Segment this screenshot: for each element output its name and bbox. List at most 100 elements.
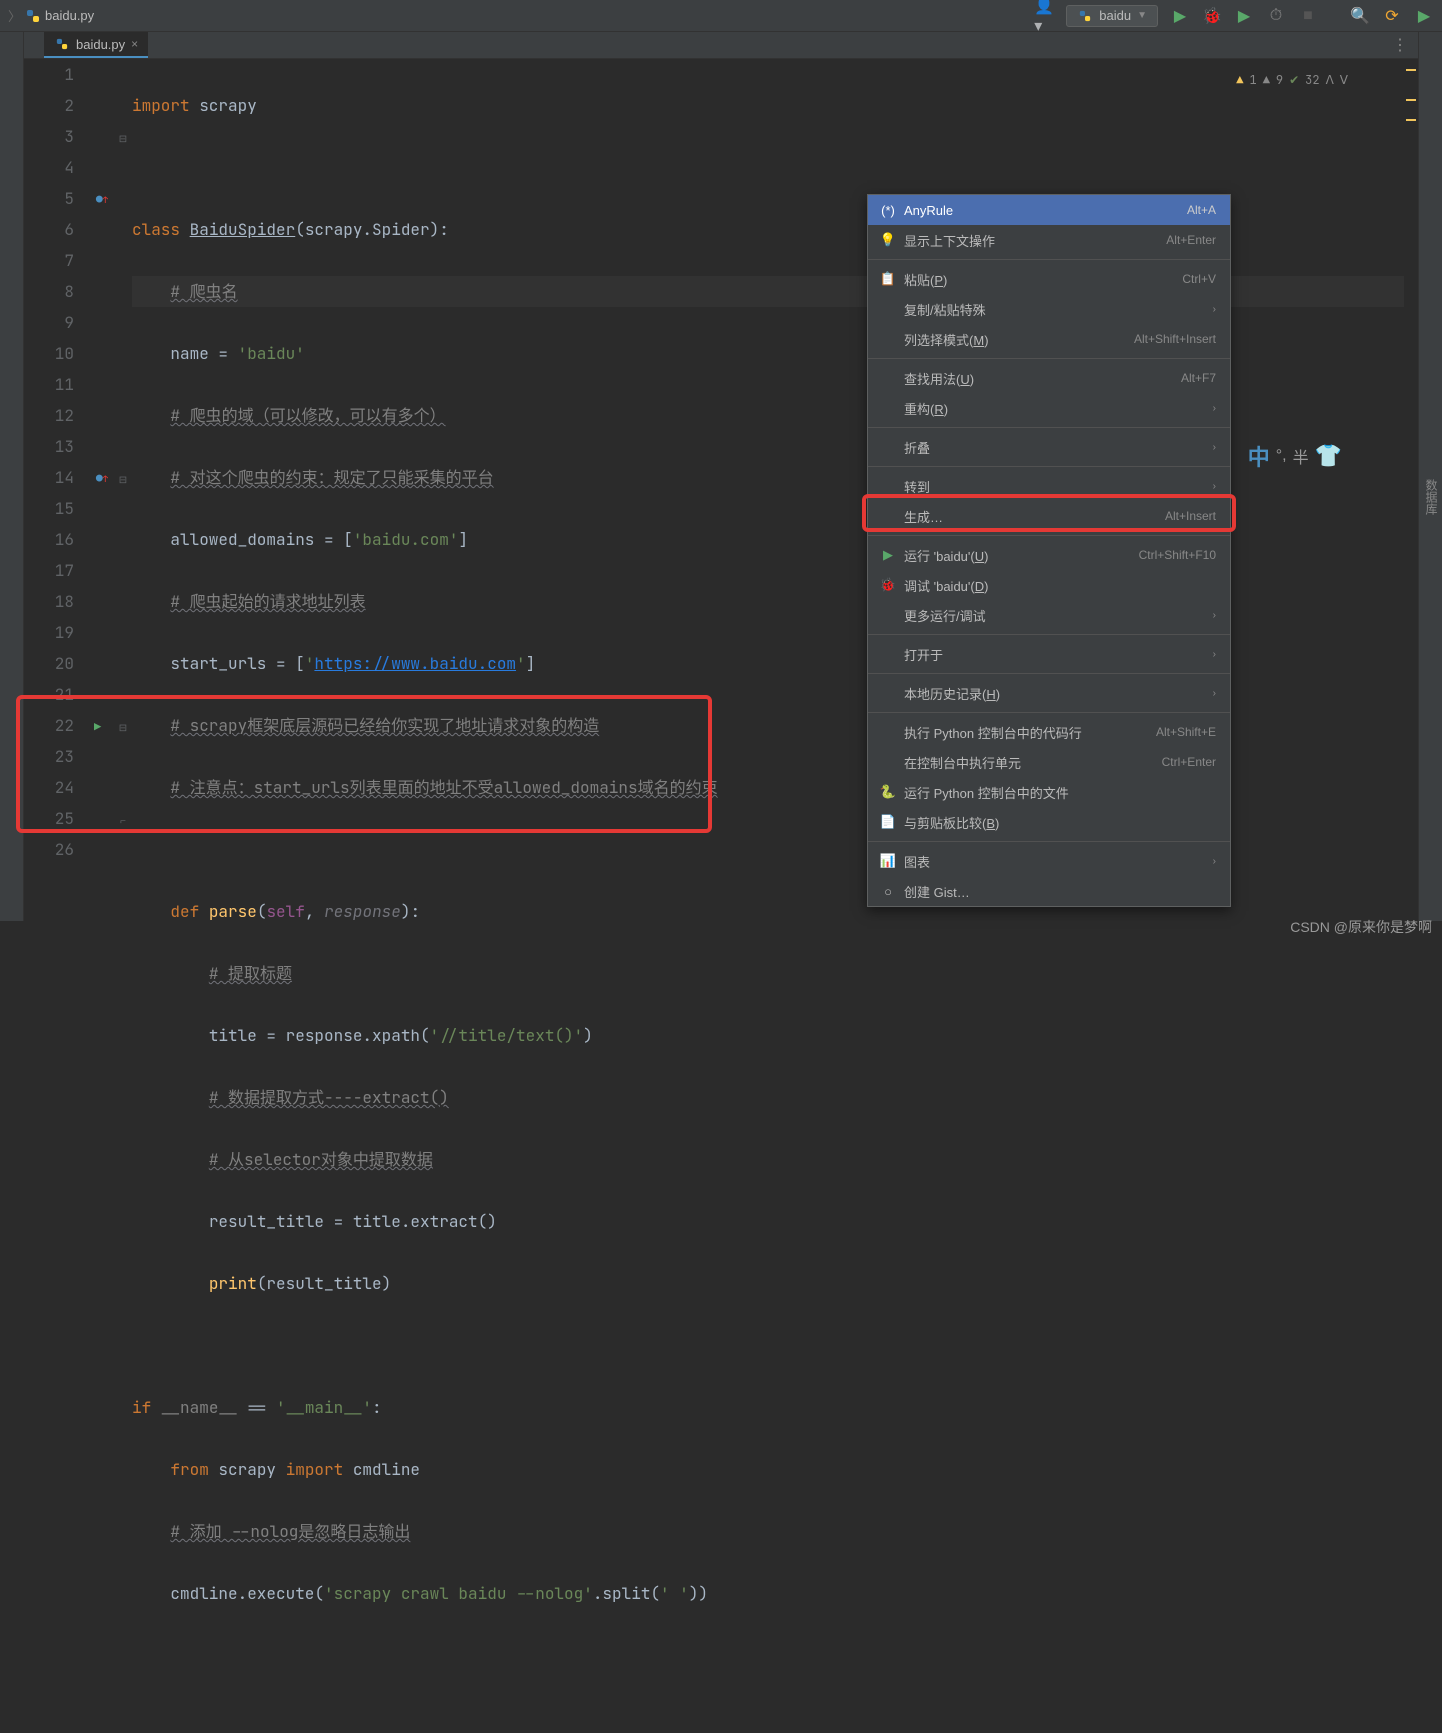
menu-separator bbox=[868, 427, 1230, 428]
fold-end-icon[interactable]: ⌐ bbox=[118, 805, 128, 836]
menu-item[interactable]: 折叠› bbox=[868, 432, 1230, 462]
weak-warning-icon: ▲ bbox=[1263, 65, 1270, 96]
menu-item[interactable]: 生成…Alt+Insert bbox=[868, 501, 1230, 531]
menu-item[interactable]: 🐍运行 Python 控制台中的文件 bbox=[868, 777, 1230, 807]
chevron-right-icon: › bbox=[1213, 403, 1216, 414]
menu-separator bbox=[868, 712, 1230, 713]
chevron-right-icon: › bbox=[1213, 442, 1216, 453]
override-icon[interactable]: ●↑ bbox=[96, 464, 108, 495]
menu-label: 与剪贴板比较(B) bbox=[904, 813, 1216, 832]
fold-icon[interactable]: ⊟ bbox=[118, 464, 128, 495]
run-line-icon[interactable]: ▶ bbox=[94, 712, 101, 743]
inspection-bar[interactable]: ▲1 ▲9 ✔32 ᐱ ᐯ bbox=[1236, 65, 1348, 96]
close-icon[interactable]: × bbox=[131, 37, 138, 51]
menu-label: 创建 Gist… bbox=[904, 882, 1216, 901]
menu-item[interactable]: 执行 Python 控制台中的代码行Alt+Shift+E bbox=[868, 717, 1230, 747]
right-sidebar: 数据库 SciView bbox=[1418, 32, 1442, 921]
profile-icon[interactable]: ⏱ bbox=[1266, 6, 1286, 26]
menu-item[interactable]: 💡 显示上下文操作Alt+Enter bbox=[868, 225, 1230, 255]
chevron-down-icon: ▼ bbox=[1137, 10, 1147, 21]
menu-item[interactable]: 列选择模式(M)Alt+Shift+Insert bbox=[868, 324, 1230, 354]
menu-label: 更多运行/调试 bbox=[904, 606, 1213, 625]
menu-label: 本地历史记录(H) bbox=[904, 684, 1213, 703]
menu-item[interactable]: 转到› bbox=[868, 471, 1230, 501]
menu-label: 粘贴(P) bbox=[904, 270, 1182, 289]
shirt-icon: 👕 bbox=[1315, 443, 1342, 469]
menu-item[interactable]: 📊图表› bbox=[868, 846, 1230, 876]
sync-icon[interactable]: ⟳ bbox=[1382, 6, 1402, 26]
python-icon bbox=[1077, 8, 1093, 24]
menu-shortcut: Alt+Shift+Insert bbox=[1134, 332, 1216, 346]
left-tool-gutter[interactable] bbox=[0, 32, 24, 921]
menu-label: 打开于 bbox=[904, 645, 1213, 664]
chevron-right-icon: › bbox=[1213, 688, 1216, 699]
menu-label: 运行 'baidu'(U) bbox=[904, 546, 1139, 565]
search-icon[interactable]: 🔍 bbox=[1350, 6, 1370, 26]
tab-baidu[interactable]: baidu.py × bbox=[44, 32, 148, 58]
menu-item[interactable]: 📋粘贴(P)Ctrl+V bbox=[868, 264, 1230, 294]
menu-item[interactable]: 📄与剪贴板比较(B) bbox=[868, 807, 1230, 837]
menu-icon: 🐞 bbox=[878, 577, 898, 593]
debug-icon[interactable]: 🐞 bbox=[1202, 6, 1222, 26]
chevron-right-icon: › bbox=[1213, 304, 1216, 315]
menu-item[interactable]: 打开于› bbox=[868, 639, 1230, 669]
menu-separator bbox=[868, 634, 1230, 635]
menu-separator bbox=[868, 358, 1230, 359]
run-icon[interactable]: ▶ bbox=[1170, 6, 1190, 26]
menu-label: 重构(R) bbox=[904, 399, 1213, 418]
menu-item[interactable]: 查找用法(U)Alt+F7 bbox=[868, 363, 1230, 393]
menu-icon: 💡 bbox=[878, 232, 898, 248]
fold-icon[interactable]: ⊟ bbox=[118, 123, 128, 154]
chevron-icon: 〉 bbox=[8, 6, 21, 25]
ime-cn: 中 bbox=[1248, 440, 1270, 472]
menu-item[interactable]: 复制/粘贴特殊› bbox=[868, 294, 1230, 324]
chevron-down-icon[interactable]: ᐯ bbox=[1340, 65, 1348, 96]
python-file-icon bbox=[25, 8, 41, 24]
menu-label: 显示上下文操作 bbox=[904, 231, 1166, 250]
menu-label: 图表 bbox=[904, 852, 1213, 871]
menu-shortcut: Alt+Shift+E bbox=[1156, 725, 1216, 739]
menu-shortcut: Ctrl+Enter bbox=[1162, 755, 1216, 769]
tab-bar: baidu.py × ⋮ bbox=[24, 32, 1418, 59]
menu-item[interactable]: 更多运行/调试› bbox=[868, 600, 1230, 630]
stop-icon[interactable]: ■ bbox=[1298, 6, 1318, 26]
sidebar-item-database[interactable]: 数据库 bbox=[1421, 475, 1442, 519]
toolbar-right: 👤▾ baidu ▼ ▶ 🐞 ▶ ⏱ ■ 🔍 ⟳ ▶ bbox=[1034, 5, 1434, 27]
chevron-right-icon: › bbox=[1213, 649, 1216, 660]
run-config-selector[interactable]: baidu ▼ bbox=[1066, 5, 1158, 27]
breadcrumb[interactable]: 〉 baidu.py bbox=[8, 6, 94, 25]
menu-item[interactable]: ▶运行 'baidu'(U)Ctrl+Shift+F10 bbox=[868, 540, 1230, 570]
user-icon[interactable]: 👤▾ bbox=[1034, 6, 1054, 26]
menu-shortcut: Alt+F7 bbox=[1181, 371, 1216, 385]
menu-label: 复制/粘贴特殊 bbox=[904, 300, 1213, 319]
menu-item[interactable]: 🐞 调试 'baidu'(D) bbox=[868, 570, 1230, 600]
menu-shortcut: Alt+Enter bbox=[1166, 233, 1216, 247]
menu-item[interactable]: ○创建 Gist… bbox=[868, 876, 1230, 906]
menu-shortcut: Alt+Insert bbox=[1165, 509, 1216, 523]
menu-item[interactable]: 本地历史记录(H)› bbox=[868, 678, 1230, 708]
menu-item[interactable]: 在控制台中执行单元Ctrl+Enter bbox=[868, 747, 1230, 777]
fold-icon[interactable]: ⊟ bbox=[118, 712, 128, 743]
line-numbers: 1234567891011121314151617181920212223242… bbox=[24, 59, 94, 1733]
menu-item[interactable]: (*)AnyRuleAlt+A bbox=[868, 195, 1230, 225]
play-icon[interactable]: ▶ bbox=[1414, 6, 1434, 26]
menu-icon: ▶ bbox=[878, 547, 898, 563]
warning-icon: ▲ bbox=[1236, 65, 1243, 96]
ime-indicator: 中 °, 半 👕 bbox=[1248, 440, 1342, 472]
menu-icon: 📊 bbox=[878, 853, 898, 869]
menu-icon: 📋 bbox=[878, 271, 898, 287]
menu-label: 转到 bbox=[904, 477, 1213, 496]
override-icon[interactable]: ●↑ bbox=[96, 185, 108, 216]
tab-menu-icon[interactable]: ⋮ bbox=[1382, 35, 1418, 55]
context-menu: (*)AnyRuleAlt+A 💡 显示上下文操作Alt+Enter 📋 粘贴(P) Ct… bbox=[867, 194, 1231, 907]
menu-separator bbox=[868, 535, 1230, 536]
menu-item[interactable]: 重构(R)› bbox=[868, 393, 1230, 423]
chevron-up-icon[interactable]: ᐱ bbox=[1326, 65, 1334, 96]
minimap-scrollbar[interactable] bbox=[1404, 59, 1418, 1733]
run-coverage-icon[interactable]: ▶ bbox=[1234, 6, 1254, 26]
menu-label: 调试 'baidu'(D) bbox=[904, 576, 1216, 595]
breadcrumb-file[interactable]: baidu.py bbox=[45, 8, 94, 23]
run-config-name: baidu bbox=[1099, 8, 1131, 23]
menu-icon: (*) bbox=[878, 203, 898, 218]
fold-end-icon[interactable]: ⌐ bbox=[118, 681, 128, 712]
